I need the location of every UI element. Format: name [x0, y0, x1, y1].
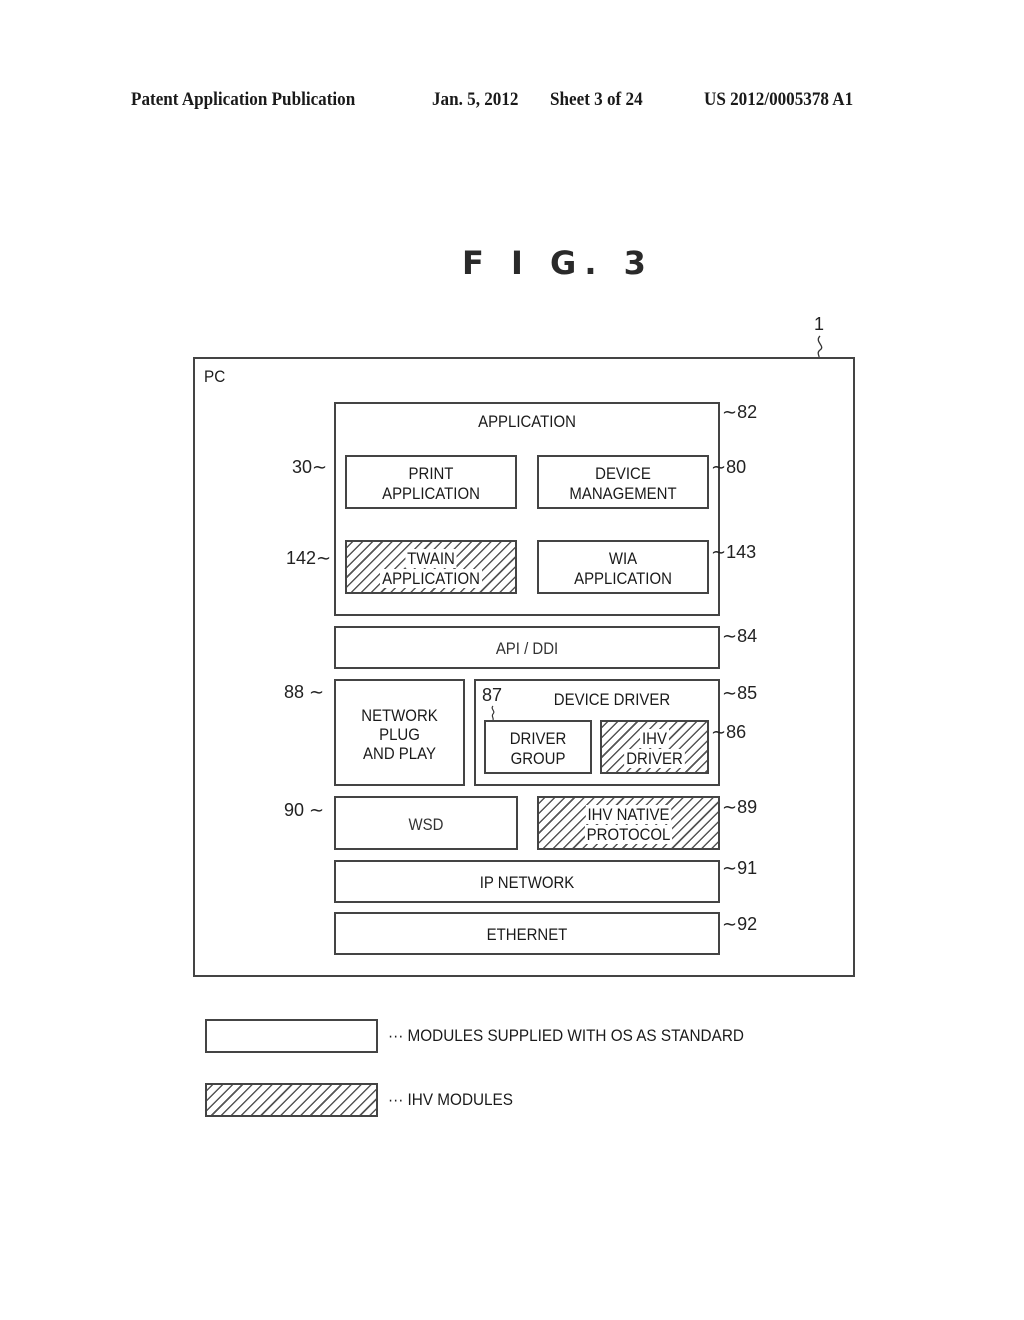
ref-87: 87 [482, 685, 503, 705]
ihv-native-protocol-module: IHV NATIVE PROTOCOL [537, 796, 720, 850]
application-label: APPLICATION [478, 412, 576, 431]
api-ddi-label: API / DDI [495, 639, 559, 658]
legend-text-ihv: ··· IHV MODULES [388, 1090, 513, 1109]
ihv-native-protocol-line1: IHV NATIVE [550, 805, 708, 824]
ref-86-number: 86 [726, 722, 747, 742]
ref-143: ∼143 [711, 542, 756, 563]
tilde-icon: ∼ [711, 457, 727, 477]
ref-85-number: 85 [737, 683, 758, 703]
driver-group-module: DRIVER GROUP [484, 720, 592, 774]
pc-label: PC [204, 367, 226, 386]
ihv-driver-line1: IHV [608, 729, 700, 748]
figure-title: F I G. 3 [462, 244, 654, 282]
tilde-icon: ∼ [722, 858, 738, 878]
ref-84-number: 84 [737, 626, 758, 646]
tilde-icon: ∼ [711, 722, 727, 742]
legend-swatch-standard [205, 1019, 378, 1053]
network-pnp-line1: NETWORK [361, 706, 438, 725]
device-management-line1: DEVICE [595, 464, 651, 483]
ref-82-number: 82 [737, 402, 758, 422]
tilde-icon: ∼ [722, 797, 738, 817]
network-pnp-line2: PLUG [379, 725, 420, 744]
ref-88: 88 ∼ [284, 682, 324, 703]
print-application-line1: PRINT [408, 464, 454, 483]
ref-80: ∼80 [711, 457, 746, 478]
twain-application-line2-text: APPLICATION [380, 569, 482, 588]
tilde-icon: ∼ [722, 626, 738, 646]
device-management-module: DEVICE MANAGEMENT [537, 455, 709, 509]
print-application-module: PRINT APPLICATION [345, 455, 517, 509]
tilde-icon: ∼ [312, 457, 328, 477]
ref-90-number: 90 [284, 800, 305, 820]
tilde-icon: ∼ [722, 402, 738, 422]
ihv-driver-line1-text: IHV [640, 729, 669, 748]
driver-group-line2: GROUP [510, 749, 566, 768]
ethernet-label: ETHERNET [486, 925, 568, 944]
patent-number: US 2012/0005378 A1 [704, 89, 854, 110]
tilde-icon: ∼ [711, 542, 727, 562]
wsd-label: WSD [408, 815, 444, 834]
sheet-number: Sheet 3 of 24 [550, 89, 643, 110]
device-driver-label: DEVICE DRIVER [553, 690, 671, 709]
ihv-driver-line2: DRIVER [608, 749, 700, 768]
tilde-icon: ∼ [309, 800, 325, 820]
wsd-module: WSD [334, 796, 518, 850]
ref-142-number: 142 [286, 548, 317, 568]
ref-30-number: 30 [292, 457, 313, 477]
ref-85: ∼85 [722, 683, 757, 704]
wia-application-line2: APPLICATION [574, 569, 672, 588]
ip-network-label: IP NETWORK [479, 873, 575, 892]
twain-application-line2: APPLICATION [357, 569, 505, 588]
ref-outer: 1 [814, 314, 825, 334]
network-plug-and-play-module: NETWORK PLUG AND PLAY [334, 679, 465, 786]
ihv-native-protocol-line1-text: IHV NATIVE [585, 805, 672, 824]
api-ddi-module: API / DDI [334, 626, 720, 669]
ref-91-number: 91 [737, 858, 758, 878]
ref-142: 142∼ [286, 548, 331, 569]
ref-82: ∼82 [722, 402, 757, 423]
ref-92: ∼92 [722, 914, 757, 935]
tilde-icon: ∼ [316, 548, 332, 568]
twain-application-module: TWAIN APPLICATION [345, 540, 517, 594]
network-pnp-line3: AND PLAY [363, 744, 436, 763]
ref-89-number: 89 [737, 797, 758, 817]
ref-92-number: 92 [737, 914, 758, 934]
device-management-line2: MANAGEMENT [569, 484, 677, 503]
ref-84: ∼84 [722, 626, 757, 647]
publication-date: Jan. 5, 2012 [432, 89, 519, 110]
tilde-icon: ∼ [722, 914, 738, 934]
ref-91: ∼91 [722, 858, 757, 879]
ihv-driver-line2-text: DRIVER [624, 749, 685, 768]
ref-30: 30∼ [292, 457, 327, 478]
twain-application-line1-text: TWAIN [405, 549, 457, 568]
legend-text-standard: ··· MODULES SUPPLIED WITH OS AS STANDARD [388, 1026, 744, 1045]
ref-88-number: 88 [284, 682, 305, 702]
wia-application-line1: WIA [608, 549, 638, 568]
ihv-native-protocol-line2: PROTOCOL [550, 825, 708, 844]
twain-application-line1: TWAIN [357, 549, 505, 568]
ref-86: ∼86 [711, 722, 746, 743]
ref-89: ∼89 [722, 797, 757, 818]
ref-90: 90 ∼ [284, 800, 324, 821]
print-application-line2: APPLICATION [382, 484, 480, 503]
tilde-icon: ∼ [309, 682, 325, 702]
tilde-icon: ∼ [722, 683, 738, 703]
ethernet-module: ETHERNET [334, 912, 720, 955]
wia-application-module: WIA APPLICATION [537, 540, 709, 594]
ref-80-number: 80 [726, 457, 747, 477]
leader-line-87 [491, 705, 495, 721]
legend-swatch-ihv [205, 1083, 378, 1117]
driver-group-line1: DRIVER [509, 729, 567, 748]
ip-network-module: IP NETWORK [334, 860, 720, 903]
ihv-driver-module: IHV DRIVER [600, 720, 709, 774]
publication-label: Patent Application Publication [131, 89, 356, 110]
ref-143-number: 143 [726, 542, 757, 562]
ihv-native-protocol-line2-text: PROTOCOL [584, 825, 673, 844]
